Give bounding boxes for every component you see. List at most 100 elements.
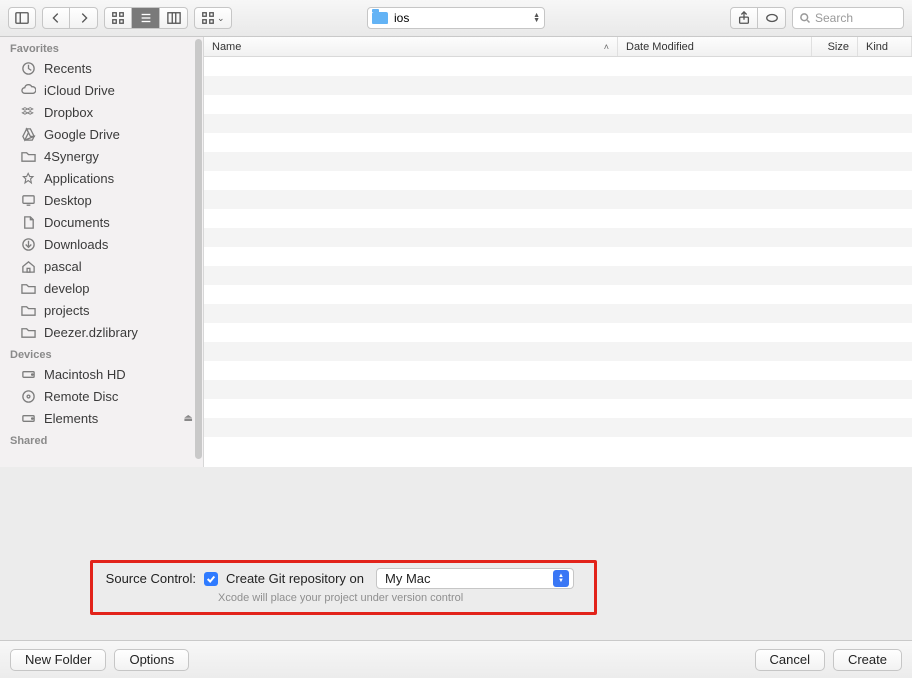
list-row (204, 380, 912, 399)
share-button[interactable] (730, 7, 758, 29)
folder-icon (20, 324, 36, 340)
gdrive-icon (20, 126, 36, 142)
folder-icon (20, 302, 36, 318)
toolbar: ⌄ ios ▲▼ Search (0, 0, 912, 37)
search-field[interactable]: Search (792, 7, 904, 29)
group-by-button[interactable]: ⌄ (194, 7, 232, 29)
downloads-icon (20, 236, 36, 252)
sidebar-heading-favorites: Favorites (0, 37, 203, 57)
column-kind[interactable]: Kind (858, 37, 912, 56)
sidebar-toggle-button[interactable] (8, 7, 36, 29)
git-location-value: My Mac (385, 571, 431, 586)
tags-button[interactable] (758, 7, 786, 29)
list-row (204, 152, 912, 171)
list-row (204, 133, 912, 152)
source-control-panel: Source Control: Create Git repository on… (0, 467, 912, 640)
sidebar-item-macintosh-hd[interactable]: Macintosh HD (0, 363, 203, 385)
sidebar-item-remote-disc[interactable]: Remote Disc (0, 385, 203, 407)
sidebar-item-label: Deezer.dzlibrary (44, 325, 138, 340)
sidebar-item-applications[interactable]: Applications (0, 167, 203, 189)
sidebar-item-downloads[interactable]: Downloads (0, 233, 203, 255)
list-row (204, 399, 912, 418)
view-columns-button[interactable] (160, 7, 188, 29)
sidebar-item-label: Applications (44, 171, 114, 186)
list-row (204, 247, 912, 266)
folder-icon (20, 280, 36, 296)
column-size[interactable]: Size (812, 37, 858, 56)
git-checkbox-label: Create Git repository on (226, 571, 364, 586)
git-checkbox[interactable] (204, 572, 218, 586)
sidebar-heading-devices: Devices (0, 343, 203, 363)
list-row (204, 361, 912, 380)
list-row (204, 95, 912, 114)
sidebar-scrollbar[interactable] (195, 39, 202, 459)
list-row (204, 418, 912, 437)
sort-indicator-icon: ˄ (604, 42, 609, 52)
sidebar-item-label: develop (44, 281, 90, 296)
hdd-icon (20, 410, 36, 426)
sidebar-item-projects[interactable]: projects (0, 299, 203, 321)
list-row (204, 266, 912, 285)
sidebar-item-dropbox[interactable]: Dropbox (0, 101, 203, 123)
sidebar-item-desktop[interactable]: Desktop (0, 189, 203, 211)
sidebar-item-label: Dropbox (44, 105, 93, 120)
cancel-button[interactable]: Cancel (755, 649, 825, 671)
eject-icon[interactable]: ⏏ (184, 413, 193, 424)
sidebar-item-label: iCloud Drive (44, 83, 115, 98)
list-row (204, 437, 912, 456)
new-folder-button[interactable]: New Folder (10, 649, 106, 671)
list-row (204, 209, 912, 228)
sidebar-item-recents[interactable]: Recents (0, 57, 203, 79)
chevron-updown-icon: ▲▼ (553, 570, 569, 587)
sidebar-item-deezer[interactable]: Deezer.dzlibrary (0, 321, 203, 343)
sidebar-item-label: Recents (44, 61, 92, 76)
column-date[interactable]: Date Modified (618, 37, 812, 56)
list-header: Name ˄ Date Modified Size Kind (204, 37, 912, 57)
action-group (730, 7, 786, 29)
list-row (204, 323, 912, 342)
desktop-icon (20, 192, 36, 208)
column-label: Size (828, 41, 849, 53)
sidebar-item-gdrive[interactable]: Google Drive (0, 123, 203, 145)
list-row (204, 304, 912, 323)
column-name[interactable]: Name ˄ (204, 37, 618, 56)
path-popup[interactable]: ios ▲▼ (367, 7, 545, 29)
body: Favorites Recents iCloud Drive Dropbox G… (0, 37, 912, 467)
sidebar-item-4synergy[interactable]: 4Synergy (0, 145, 203, 167)
git-location-select[interactable]: My Mac ▲▼ (376, 568, 574, 589)
sidebar-item-label: Macintosh HD (44, 367, 126, 382)
sidebar-item-label: Desktop (44, 193, 92, 208)
list-row (204, 114, 912, 133)
column-label: Kind (866, 41, 888, 53)
list-row (204, 285, 912, 304)
sidebar-item-label: Elements (44, 411, 98, 426)
list-row (204, 228, 912, 247)
sidebar-item-label: 4Synergy (44, 149, 99, 164)
sidebar-item-label: projects (44, 303, 90, 318)
view-list-button[interactable] (132, 7, 160, 29)
sidebar-item-develop[interactable]: develop (0, 277, 203, 299)
sidebar-item-label: Google Drive (44, 127, 120, 142)
list-row (204, 190, 912, 209)
forward-button[interactable] (70, 7, 98, 29)
column-label: Name (212, 41, 241, 53)
view-mode-group (104, 7, 188, 29)
view-icons-button[interactable] (104, 7, 132, 29)
path-label: ios (394, 11, 409, 25)
create-button[interactable]: Create (833, 649, 902, 671)
list-rows (204, 57, 912, 467)
hdd-icon (20, 366, 36, 382)
sidebar-item-elements[interactable]: Elements ⏏ (0, 407, 203, 429)
sidebar-item-documents[interactable]: Documents (0, 211, 203, 233)
disc-icon (20, 388, 36, 404)
sidebar-item-pascal[interactable]: pascal (0, 255, 203, 277)
source-control-hint: Xcode will place your project under vers… (218, 592, 463, 604)
file-list: Name ˄ Date Modified Size Kind (204, 37, 912, 467)
sidebar-heading-shared: Shared (0, 429, 203, 449)
back-button[interactable] (42, 7, 70, 29)
sidebar-item-label: Documents (44, 215, 110, 230)
folder-icon (372, 12, 388, 24)
sidebar-item-icloud[interactable]: iCloud Drive (0, 79, 203, 101)
home-icon (20, 258, 36, 274)
options-button[interactable]: Options (114, 649, 189, 671)
